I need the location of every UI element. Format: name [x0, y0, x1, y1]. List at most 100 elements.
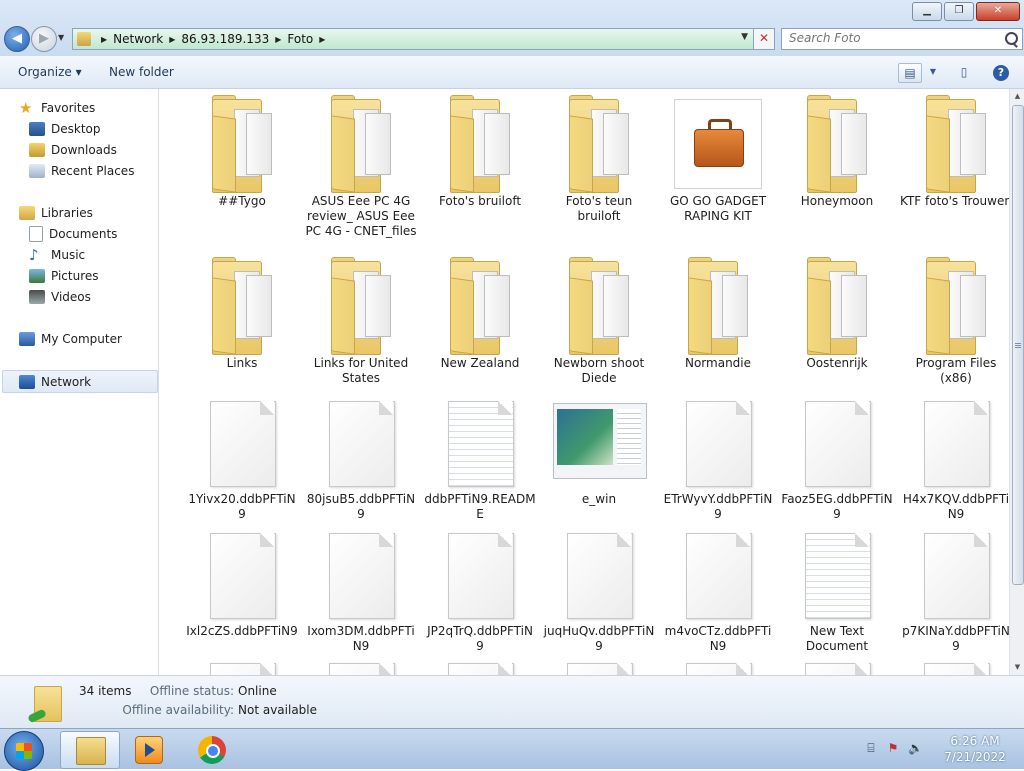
start-button[interactable] — [4, 731, 44, 771]
offline-availability-label: Offline availability: — [122, 703, 234, 717]
folder-icon — [789, 257, 885, 355]
stop-icon[interactable]: ✕ — [753, 29, 774, 49]
breadcrumb-network[interactable]: Network — [113, 32, 163, 46]
file-item[interactable]: juqHuQv.ddbPFTiN9 — [543, 525, 655, 654]
breadcrumb-chevron-icon[interactable]: ▶ — [275, 35, 281, 44]
file-item[interactable]: New Text Document — [781, 525, 893, 654]
clock[interactable]: 6:26 AM 7/21/2022 — [940, 733, 1010, 765]
help-button[interactable]: ? — [990, 63, 1012, 81]
preview-pane-button[interactable]: ▯ — [953, 63, 975, 81]
taskbar-media-player[interactable] — [120, 731, 178, 767]
taskbar-chrome[interactable] — [182, 731, 240, 767]
file-item[interactable]: Ixom3DM.ddbPFTiN9 — [305, 525, 417, 654]
sidebar-item-music[interactable]: ♪ Music — [29, 244, 85, 265]
change-view-button[interactable]: ▤ — [898, 63, 922, 83]
volume-icon[interactable]: 🔈 — [908, 741, 923, 755]
search-icon[interactable] — [1005, 32, 1018, 45]
arrow-left-icon: ◀ — [12, 31, 22, 46]
file-item[interactable] — [305, 655, 417, 675]
file-item[interactable]: 80jsuB5.ddbPFTiN9 — [305, 393, 417, 522]
folder-item[interactable]: Foto's teun bruiloft — [543, 95, 655, 224]
address-bar[interactable]: ▶ Network ▶ 86.93.189.133 ▶ Foto ▶ ▼ ✕ — [72, 28, 775, 50]
file-item[interactable]: Faoz5EG.ddbPFTiN9 — [781, 393, 893, 522]
file-item[interactable] — [186, 655, 298, 675]
scroll-up-icon[interactable]: ▲ — [1010, 89, 1024, 104]
sidebar-item-pictures[interactable]: Pictures — [29, 265, 99, 286]
file-item[interactable]: Ixl2cZS.ddbPFTiN9 — [186, 525, 298, 639]
file-icon — [313, 655, 409, 675]
desktop-icon — [29, 121, 45, 136]
sidebar-item-favorites[interactable]: ★ Favorites — [19, 97, 95, 118]
file-item[interactable] — [900, 655, 1009, 675]
folder-icon — [432, 95, 528, 193]
file-item[interactable]: GO GO GADGET RAPING KIT — [662, 95, 774, 224]
search-box[interactable] — [781, 28, 1023, 50]
file-item[interactable]: 1Yivx20.ddbPFTiN9 — [186, 393, 298, 522]
offline-status-value: Online — [238, 684, 277, 698]
offline-status-label: Offline status: — [149, 684, 234, 698]
breadcrumb-host[interactable]: 86.93.189.133 — [181, 32, 269, 46]
sidebar-item-documents[interactable]: Documents — [29, 223, 117, 244]
sidebar-item-downloads[interactable]: Downloads — [29, 139, 117, 160]
action-center-icon[interactable]: ⚑ — [886, 741, 900, 755]
file-item[interactable]: e_win — [543, 393, 655, 507]
folder-item[interactable]: Links — [186, 257, 298, 371]
address-dropdown-icon[interactable]: ▼ — [741, 32, 748, 42]
folder-item[interactable]: Newborn shoot Diede — [543, 257, 655, 386]
taskbar-explorer[interactable] — [60, 731, 120, 769]
vertical-scrollbar[interactable]: ▲ ▼ — [1009, 89, 1024, 675]
close-button[interactable]: ✕ — [976, 2, 1020, 21]
sidebar-item-videos[interactable]: Videos — [29, 286, 91, 307]
breadcrumb-chevron-icon[interactable]: ▶ — [319, 35, 325, 44]
folder-item[interactable]: Links for United States — [305, 257, 417, 386]
maximize-button[interactable]: ❐ — [944, 2, 974, 21]
file-item[interactable]: m4voCTz.ddbPFTiN9 — [662, 525, 774, 654]
network-tray-icon[interactable]: ⌸ — [864, 741, 878, 755]
file-item[interactable]: ETrWyvY.ddbPFTiN9 — [662, 393, 774, 522]
navigation-pane: ★ Favorites Desktop Downloads Recent Plac… — [0, 89, 159, 675]
breadcrumb-chevron-icon[interactable]: ▶ — [169, 35, 175, 44]
offline-availability-value: Not available — [238, 703, 318, 717]
scrollbar-thumb[interactable] — [1012, 105, 1024, 585]
file-item[interactable]: JP2qTrQ.ddbPFTiN9 — [424, 525, 536, 654]
sidebar-item-libraries[interactable]: Libraries — [19, 202, 93, 223]
folder-item[interactable]: Program Files (x86) — [900, 257, 1009, 386]
forward-button[interactable]: ▶ — [31, 26, 57, 52]
sidebar-item-label: Videos — [51, 289, 91, 304]
new-folder-button[interactable]: New folder — [109, 65, 174, 79]
grip-icon — [1015, 343, 1021, 349]
sidebar-item-my-computer[interactable]: My Computer — [19, 328, 122, 349]
file-item[interactable] — [543, 655, 655, 675]
file-item[interactable] — [662, 655, 774, 675]
file-item[interactable] — [424, 655, 536, 675]
file-item[interactable]: p7KINaY.ddbPFTiN9 — [900, 525, 1009, 654]
breadcrumb-chevron-icon[interactable]: ▶ — [101, 35, 107, 44]
folder-item[interactable]: New Zealand — [424, 257, 536, 371]
item-label: Foto's teun bruiloft — [565, 194, 633, 223]
folder-item[interactable]: ASUS Eee PC 4G review_ ASUS Eee PC 4G - … — [305, 95, 417, 239]
search-input[interactable] — [782, 29, 989, 47]
file-item[interactable] — [781, 655, 893, 675]
folder-item[interactable]: Normandie — [662, 257, 774, 371]
sidebar-item-desktop[interactable]: Desktop — [29, 118, 101, 139]
back-button[interactable]: ◀ — [4, 26, 30, 52]
item-label: juqHuQv.ddbPFTiN9 — [543, 624, 655, 653]
view-options-dropdown[interactable]: ▼ — [922, 63, 944, 81]
sidebar-item-recent-places[interactable]: Recent Places — [29, 160, 134, 181]
minimize-button[interactable]: ▁ — [912, 2, 942, 21]
window-controls: ▁ ❐ ✕ — [912, 2, 1020, 21]
folder-item[interactable]: Oostenrijk — [781, 257, 893, 371]
scroll-down-icon[interactable]: ▼ — [1010, 660, 1024, 675]
folder-item[interactable]: ##Tygo — [186, 95, 298, 209]
breadcrumb-foto[interactable]: Foto — [287, 32, 313, 46]
file-item[interactable]: ddbPFTiN9.README — [424, 393, 536, 522]
organize-button[interactable]: Organize ▾ — [18, 65, 82, 79]
folder-icon — [194, 95, 290, 193]
folder-item[interactable]: KTF foto's Trouwen — [900, 95, 1009, 209]
file-icon — [313, 525, 409, 621]
folder-item[interactable]: Foto's bruiloft — [424, 95, 536, 209]
recent-pages-dropdown[interactable]: ▼ — [58, 33, 64, 42]
folder-item[interactable]: Honeymoon — [781, 95, 893, 209]
file-item[interactable]: H4x7KQV.ddbPFTiN9 — [900, 393, 1009, 522]
sidebar-item-network[interactable]: Network — [2, 370, 158, 393]
